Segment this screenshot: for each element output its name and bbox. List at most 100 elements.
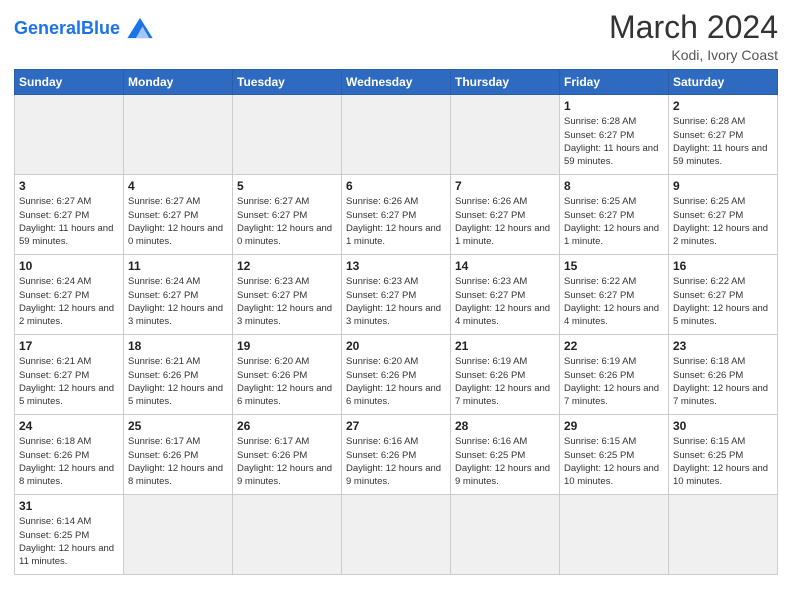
calendar-day-cell xyxy=(342,495,451,575)
calendar-day-cell xyxy=(233,95,342,175)
day-number: 18 xyxy=(128,338,228,354)
month-year-title: March 2024 xyxy=(609,10,778,45)
calendar-day-cell: 9Sunrise: 6:25 AM Sunset: 6:27 PM Daylig… xyxy=(669,175,778,255)
day-info: Sunrise: 6:23 AM Sunset: 6:27 PM Dayligh… xyxy=(455,275,555,328)
calendar-day-cell xyxy=(233,495,342,575)
day-number: 10 xyxy=(19,258,119,274)
day-info: Sunrise: 6:18 AM Sunset: 6:26 PM Dayligh… xyxy=(19,435,119,488)
weekday-header-tuesday: Tuesday xyxy=(233,70,342,95)
calendar-day-cell xyxy=(15,95,124,175)
day-info: Sunrise: 6:16 AM Sunset: 6:25 PM Dayligh… xyxy=(455,435,555,488)
calendar-day-cell: 26Sunrise: 6:17 AM Sunset: 6:26 PM Dayli… xyxy=(233,415,342,495)
day-number: 11 xyxy=(128,258,228,274)
day-info: Sunrise: 6:27 AM Sunset: 6:27 PM Dayligh… xyxy=(19,195,119,248)
day-number: 19 xyxy=(237,338,337,354)
day-info: Sunrise: 6:14 AM Sunset: 6:25 PM Dayligh… xyxy=(19,515,119,568)
day-number: 23 xyxy=(673,338,773,354)
calendar-day-cell: 3Sunrise: 6:27 AM Sunset: 6:27 PM Daylig… xyxy=(15,175,124,255)
calendar-day-cell: 22Sunrise: 6:19 AM Sunset: 6:26 PM Dayli… xyxy=(560,335,669,415)
day-info: Sunrise: 6:16 AM Sunset: 6:26 PM Dayligh… xyxy=(346,435,446,488)
day-info: Sunrise: 6:17 AM Sunset: 6:26 PM Dayligh… xyxy=(237,435,337,488)
calendar-day-cell: 16Sunrise: 6:22 AM Sunset: 6:27 PM Dayli… xyxy=(669,255,778,335)
day-info: Sunrise: 6:26 AM Sunset: 6:27 PM Dayligh… xyxy=(346,195,446,248)
calendar-week-row: 10 Sunrise: 6:24 AM Sunset: 6:27 PM Dayli… xyxy=(15,255,778,335)
calendar-day-cell: 20Sunrise: 6:20 AM Sunset: 6:26 PM Dayli… xyxy=(342,335,451,415)
weekday-header-saturday: Saturday xyxy=(669,70,778,95)
day-info: Sunrise: 6:25 AM Sunset: 6:27 PM Dayligh… xyxy=(673,195,773,248)
calendar-day-cell xyxy=(342,95,451,175)
calendar-day-cell xyxy=(124,95,233,175)
calendar-week-row: 1 Sunrise: 6:28 AM Sunset: 6:27 PM Daylig… xyxy=(15,95,778,175)
day-number: 26 xyxy=(237,418,337,434)
day-info: Sunrise: 6:15 AM Sunset: 6:25 PM Dayligh… xyxy=(564,435,664,488)
calendar-week-row: 17Sunrise: 6:21 AM Sunset: 6:27 PM Dayli… xyxy=(15,335,778,415)
calendar-day-cell: 29Sunrise: 6:15 AM Sunset: 6:25 PM Dayli… xyxy=(560,415,669,495)
day-number: 17 xyxy=(19,338,119,354)
day-number: 9 xyxy=(673,178,773,194)
logo-normal: General xyxy=(14,18,81,38)
day-info: Sunrise: 6:19 AM Sunset: 6:26 PM Dayligh… xyxy=(564,355,664,408)
day-number: 5 xyxy=(237,178,337,194)
day-number: 1 xyxy=(564,98,664,114)
calendar-day-cell: 25Sunrise: 6:17 AM Sunset: 6:26 PM Dayli… xyxy=(124,415,233,495)
day-number: 31 xyxy=(19,498,119,514)
generalblue-icon xyxy=(124,14,156,42)
calendar-day-cell: 10Sunrise: 6:24 AM Sunset: 6:27 PM Dayli… xyxy=(15,255,124,335)
header: GeneralBlue March 2024 Kodi, Ivory Coast xyxy=(14,10,778,63)
weekday-header-friday: Friday xyxy=(560,70,669,95)
calendar-day-cell xyxy=(669,495,778,575)
day-info: Sunrise: 6:24 AM Sunset: 6:27 PM Dayligh… xyxy=(128,275,228,328)
day-number: 22 xyxy=(564,338,664,354)
day-info: Sunrise: 6:20 AM Sunset: 6:26 PM Dayligh… xyxy=(237,355,337,408)
day-info: Sunrise: 6:18 AM Sunset: 6:26 PM Dayligh… xyxy=(673,355,773,408)
day-info: Sunrise: 6:22 AM Sunset: 6:27 PM Dayligh… xyxy=(673,275,773,328)
day-info: Sunrise: 6:15 AM Sunset: 6:25 PM Dayligh… xyxy=(673,435,773,488)
calendar-day-cell: 8Sunrise: 6:25 AM Sunset: 6:27 PM Daylig… xyxy=(560,175,669,255)
calendar-week-row: 31Sunrise: 6:14 AM Sunset: 6:25 PM Dayli… xyxy=(15,495,778,575)
weekday-header-wednesday: Wednesday xyxy=(342,70,451,95)
logo-blue: Blue xyxy=(81,18,120,38)
calendar-day-cell: 23Sunrise: 6:18 AM Sunset: 6:26 PM Dayli… xyxy=(669,335,778,415)
weekday-header-monday: Monday xyxy=(124,70,233,95)
calendar-table: SundayMondayTuesdayWednesdayThursdayFrid… xyxy=(14,69,778,575)
calendar-day-cell: 24Sunrise: 6:18 AM Sunset: 6:26 PM Dayli… xyxy=(15,415,124,495)
day-info: Sunrise: 6:21 AM Sunset: 6:27 PM Dayligh… xyxy=(19,355,119,408)
day-info: Sunrise: 6:20 AM Sunset: 6:26 PM Dayligh… xyxy=(346,355,446,408)
day-info: Sunrise: 6:28 AM Sunset: 6:27 PM Dayligh… xyxy=(673,115,773,168)
calendar-day-cell: 12Sunrise: 6:23 AM Sunset: 6:27 PM Dayli… xyxy=(233,255,342,335)
day-number: 28 xyxy=(455,418,555,434)
day-number: 8 xyxy=(564,178,664,194)
calendar-day-cell: 13Sunrise: 6:23 AM Sunset: 6:27 PM Dayli… xyxy=(342,255,451,335)
day-info: Sunrise: 6:22 AM Sunset: 6:27 PM Dayligh… xyxy=(564,275,664,328)
weekday-header-row: SundayMondayTuesdayWednesdayThursdayFrid… xyxy=(15,70,778,95)
calendar-day-cell: 1Sunrise: 6:28 AM Sunset: 6:27 PM Daylig… xyxy=(560,95,669,175)
day-info: Sunrise: 6:23 AM Sunset: 6:27 PM Dayligh… xyxy=(346,275,446,328)
calendar-day-cell: 30Sunrise: 6:15 AM Sunset: 6:25 PM Dayli… xyxy=(669,415,778,495)
day-info: Sunrise: 6:17 AM Sunset: 6:26 PM Dayligh… xyxy=(128,435,228,488)
day-info: Sunrise: 6:27 AM Sunset: 6:27 PM Dayligh… xyxy=(128,195,228,248)
logo-text: GeneralBlue xyxy=(14,19,120,37)
page: GeneralBlue March 2024 Kodi, Ivory Coast… xyxy=(0,0,792,612)
calendar-day-cell: 4Sunrise: 6:27 AM Sunset: 6:27 PM Daylig… xyxy=(124,175,233,255)
day-info: Sunrise: 6:27 AM Sunset: 6:27 PM Dayligh… xyxy=(237,195,337,248)
day-number: 30 xyxy=(673,418,773,434)
calendar-day-cell xyxy=(451,495,560,575)
location-subtitle: Kodi, Ivory Coast xyxy=(609,47,778,63)
day-number: 2 xyxy=(673,98,773,114)
calendar-day-cell: 31Sunrise: 6:14 AM Sunset: 6:25 PM Dayli… xyxy=(15,495,124,575)
day-info: Sunrise: 6:25 AM Sunset: 6:27 PM Dayligh… xyxy=(564,195,664,248)
day-number: 21 xyxy=(455,338,555,354)
weekday-header-thursday: Thursday xyxy=(451,70,560,95)
day-number: 6 xyxy=(346,178,446,194)
day-number: 15 xyxy=(564,258,664,274)
calendar-day-cell: 7Sunrise: 6:26 AM Sunset: 6:27 PM Daylig… xyxy=(451,175,560,255)
day-info: Sunrise: 6:23 AM Sunset: 6:27 PM Dayligh… xyxy=(237,275,337,328)
calendar-day-cell xyxy=(451,95,560,175)
day-number: 16 xyxy=(673,258,773,274)
day-info: Sunrise: 6:19 AM Sunset: 6:26 PM Dayligh… xyxy=(455,355,555,408)
calendar-day-cell: 15Sunrise: 6:22 AM Sunset: 6:27 PM Dayli… xyxy=(560,255,669,335)
calendar-week-row: 3Sunrise: 6:27 AM Sunset: 6:27 PM Daylig… xyxy=(15,175,778,255)
day-number: 25 xyxy=(128,418,228,434)
calendar-day-cell: 14Sunrise: 6:23 AM Sunset: 6:27 PM Dayli… xyxy=(451,255,560,335)
calendar-day-cell: 18Sunrise: 6:21 AM Sunset: 6:26 PM Dayli… xyxy=(124,335,233,415)
